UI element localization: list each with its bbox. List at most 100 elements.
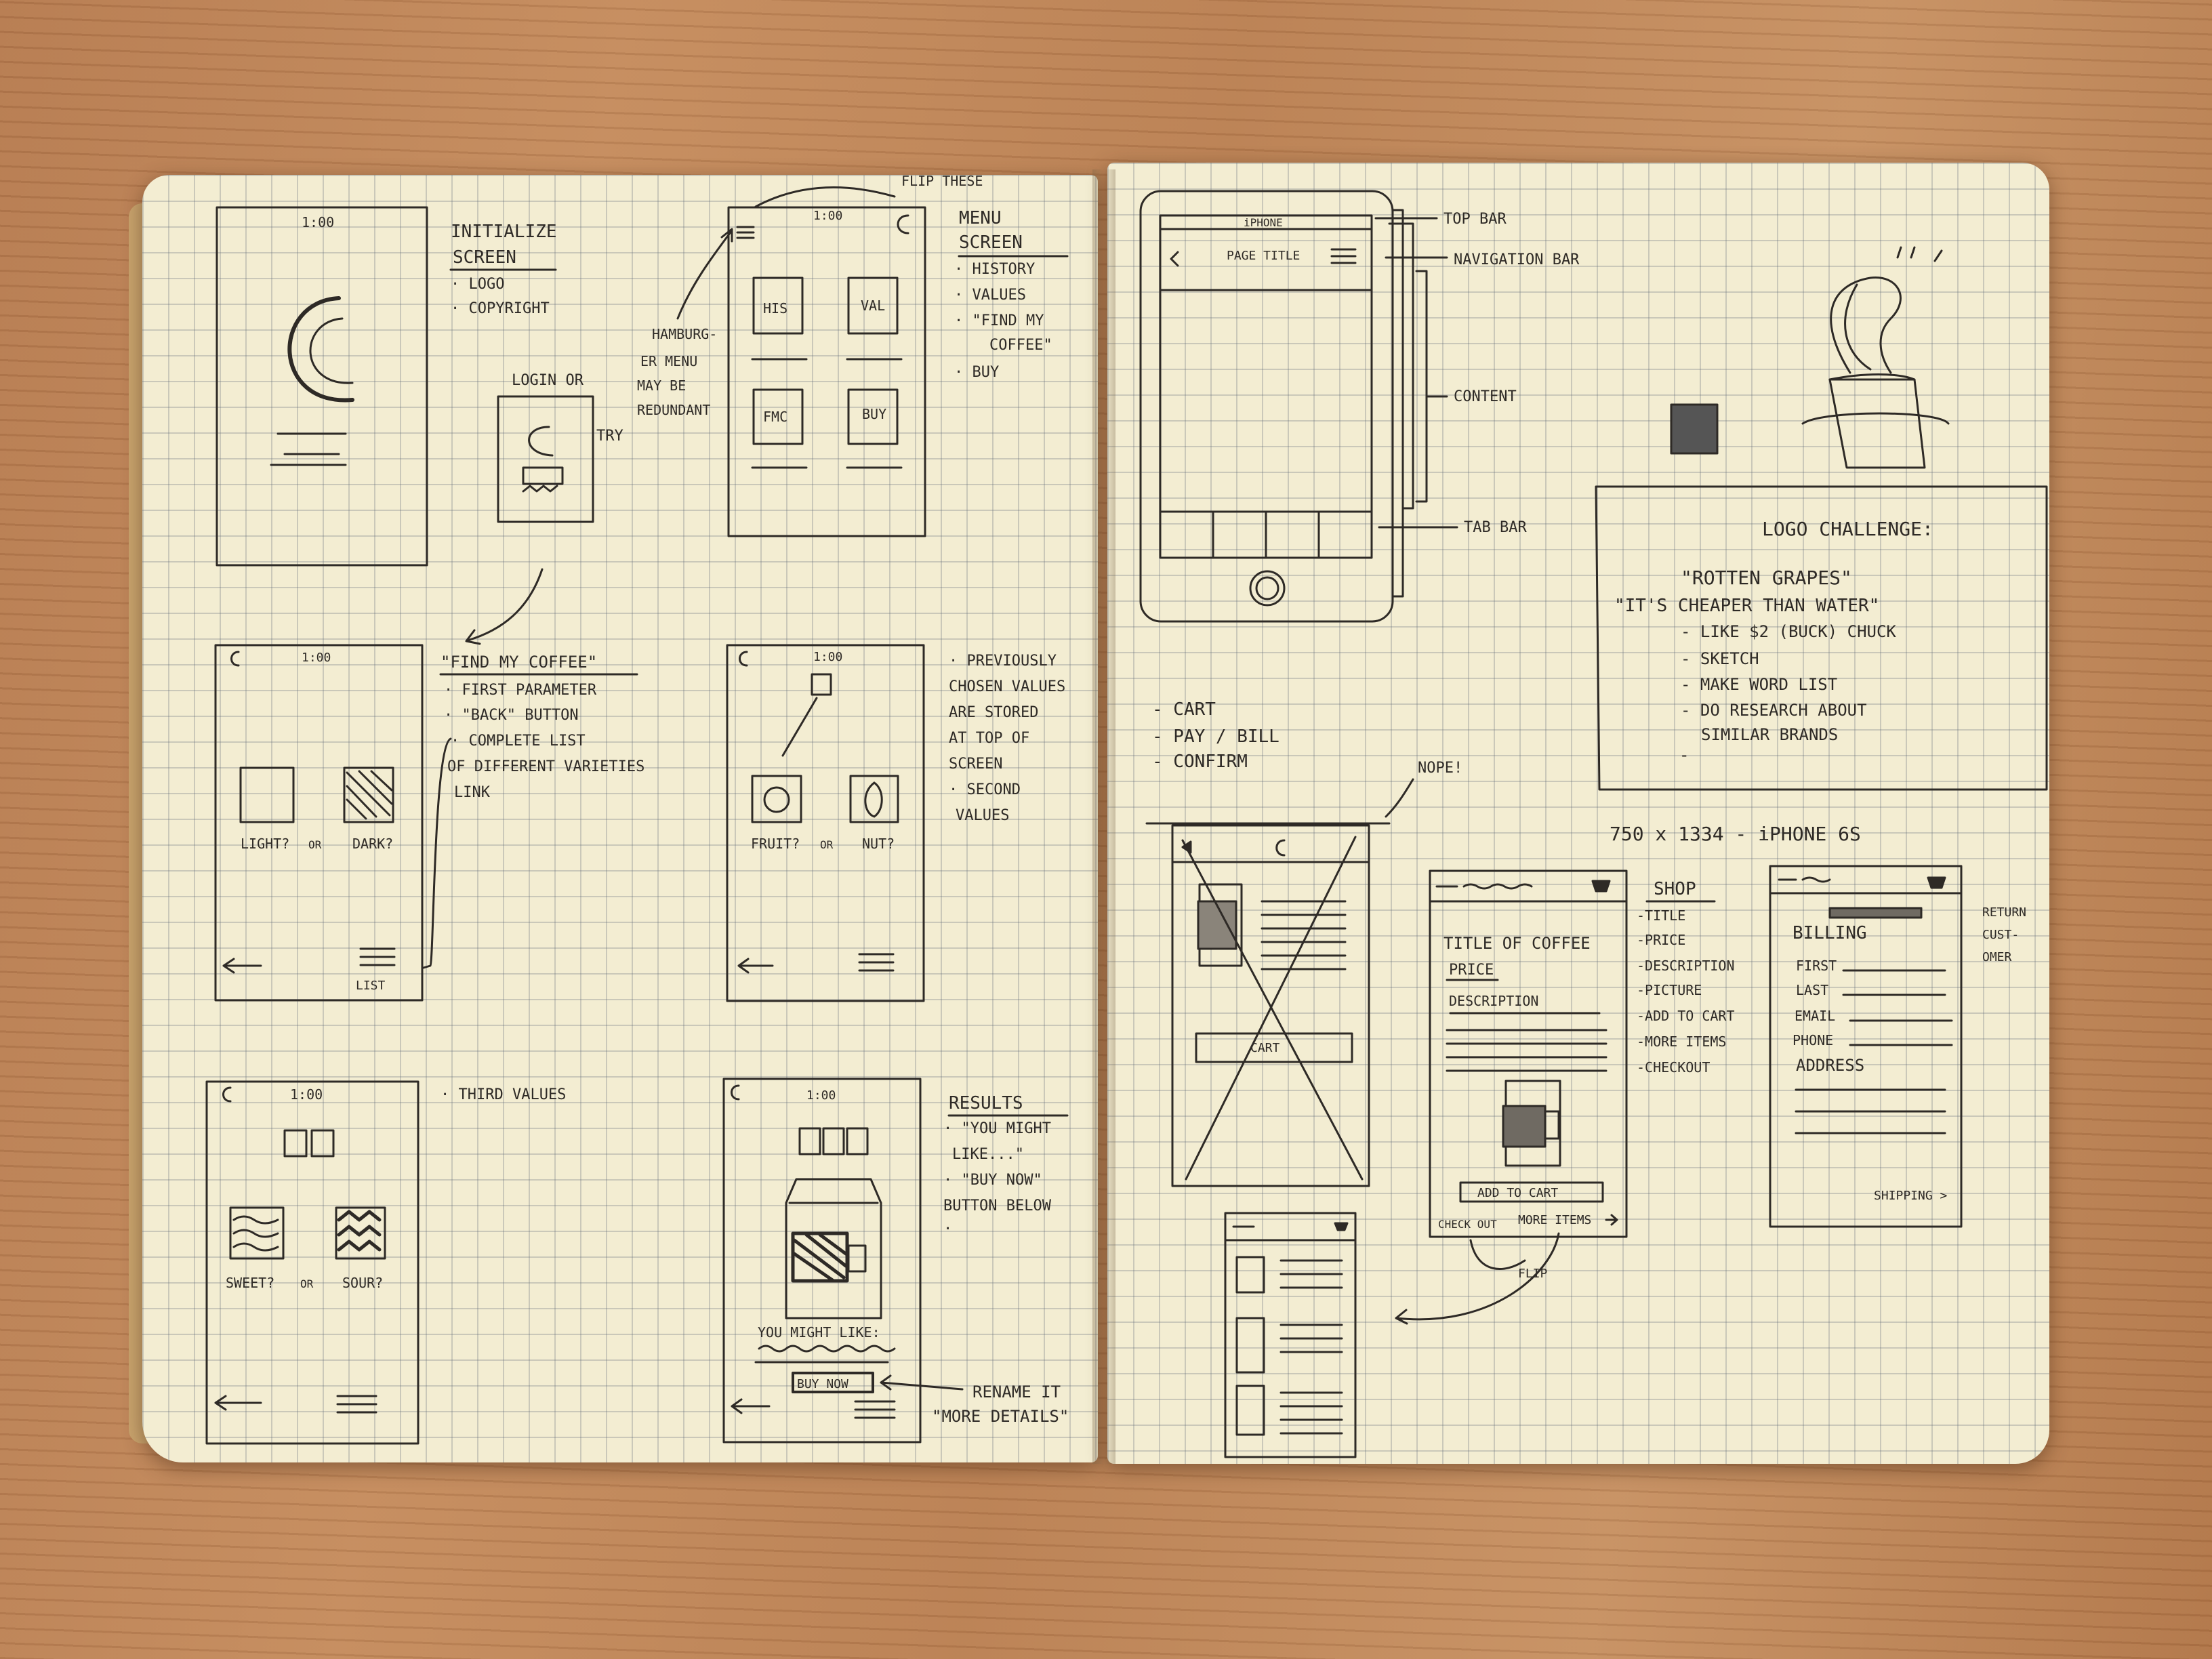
- hamburger-note-3: MAY BE: [637, 377, 686, 394]
- flip-these-note: FLIP THESE: [901, 173, 983, 189]
- login-to-find-arrow: [468, 569, 542, 640]
- menu-note-7: · BUY: [954, 364, 999, 381]
- try-note: TRY: [596, 428, 623, 445]
- results-time: 1:00: [806, 1088, 836, 1103]
- shipping-link-sketch: SHIPPING >: [1874, 1189, 1948, 1203]
- iphone-anatomy-sketch: iPHONE PAGE TITLE: [1141, 191, 1413, 621]
- shop-note-more-items: -MORE ITEMS: [1637, 1033, 1726, 1050]
- results-note-1: RESULTS: [949, 1093, 1023, 1113]
- shop-note-price: -PRICE: [1637, 932, 1685, 948]
- shop-heading: SHOP: [1654, 879, 1696, 899]
- find-note-1: "FIND MY COFFEE": [441, 653, 597, 672]
- option-sour: SOUR?: [342, 1275, 383, 1291]
- billing-field-last: LAST: [1796, 982, 1828, 998]
- logo-challenge-line-7: SIMILAR BRANDS: [1701, 725, 1838, 744]
- phone-page-title: PAGE TITLE: [1227, 249, 1300, 263]
- tile-his: HIS: [763, 300, 787, 316]
- login-sketch: LOGIN OR TRY: [498, 372, 623, 522]
- more-items-sketch: MORE ITEMS: [1518, 1213, 1591, 1227]
- login-note: LOGIN OR: [512, 372, 584, 389]
- logo-challenge-line-4: - SKETCH: [1681, 649, 1759, 668]
- menu-note-4: · VALUES: [954, 287, 1026, 304]
- add-to-cart-sketch: ADD TO CART: [1477, 1186, 1558, 1200]
- crossed-cart-label: CART: [1250, 1041, 1280, 1055]
- menu-note-2: SCREEN: [959, 232, 1023, 253]
- you-might-like-label: YOU MIGHT LIKE:: [758, 1324, 880, 1340]
- option-light: LIGHT?: [241, 836, 289, 852]
- logo-challenge-line-8: -: [1679, 745, 1689, 764]
- logo-challenge-line-1: "ROTTEN GRAPES": [1681, 567, 1852, 589]
- logo-challenge-line-3: - LIKE $2 (BUCK) CHUCK: [1681, 622, 1896, 641]
- menu-screen-sketch: 1:00 HIS VAL FMC BUY: [729, 207, 925, 536]
- label-tab-bar: TAB BAR: [1464, 519, 1527, 536]
- shop-note-picture: -PICTURE: [1637, 982, 1702, 998]
- second-note-6: · SECOND: [949, 781, 1021, 798]
- second-time: 1:00: [813, 650, 842, 664]
- list-link-bracket: [424, 739, 451, 968]
- init-screen-sketch: 1:00: [217, 207, 427, 565]
- cart-list-2: - PAY / BILL: [1152, 726, 1279, 747]
- logo-challenge-title: LOGO CHALLENGE:: [1762, 518, 1933, 540]
- second-note-5: SCREEN: [949, 756, 1002, 773]
- return-note-3: OMER: [1982, 950, 2012, 964]
- return-note-1: RETURN: [1982, 905, 2026, 920]
- menu-time: 1:00: [813, 209, 842, 223]
- menu-note-1: MENU: [959, 208, 1002, 228]
- tile-val: VAL: [861, 298, 885, 314]
- billing-screen-sketch: BILLING FIRST LAST EMAIL PHONE ADDRESS S…: [1770, 866, 1961, 1227]
- option-or-2: OR: [820, 838, 834, 851]
- logo-challenge-line-6: - DO RESEARCH ABOUT: [1681, 701, 1867, 720]
- menu-note-5: · "FIND MY: [954, 312, 1044, 329]
- label-top-bar: TOP BAR: [1443, 211, 1507, 228]
- checkout-sketch: CHECK OUT: [1438, 1218, 1497, 1231]
- find-screen-sketch: 1:00 LIGHT? OR DARK? LIST: [216, 645, 422, 1000]
- product-description-label: DESCRIPTION: [1449, 993, 1538, 1009]
- billing-field-email: EMAIL: [1795, 1008, 1835, 1024]
- shop-note-title: -TITLE: [1637, 907, 1685, 924]
- billing-field-address: ADDRESS: [1796, 1056, 1864, 1075]
- menu-note-3: · HISTORY: [954, 261, 1035, 278]
- second-note-7: VALUES: [956, 807, 1009, 824]
- menu-note-6: COFFEE": [989, 337, 1052, 354]
- init-note-1: INITIALIZE: [451, 222, 557, 242]
- flip-arrow: [756, 187, 895, 207]
- rename-note-2: "MORE DETAILS": [932, 1407, 1069, 1426]
- find-note-4: · COMPLETE LIST: [451, 733, 586, 750]
- top-hat-doodle: [1803, 247, 1948, 468]
- find-time: 1:00: [302, 651, 331, 665]
- crossed-screen-sketch: CART: [1172, 825, 1369, 1186]
- third-note: · THIRD VALUES: [441, 1086, 566, 1103]
- more-items-screen-sketch: [1225, 1213, 1355, 1457]
- results-note-5: BUTTON BELOW: [943, 1197, 1052, 1214]
- find-note-3: · "BACK" BUTTON: [444, 707, 579, 724]
- option-dark: DARK?: [352, 836, 393, 852]
- option-fruit: FRUIT?: [751, 836, 800, 852]
- shop-note-checkout: -CHECKOUT: [1637, 1059, 1710, 1076]
- iphone-dimensions-note: 750 x 1334 - iPHONE 6S: [1610, 823, 1861, 845]
- second-screen-sketch: 1:00 FRUIT? OR NUT?: [727, 645, 924, 1001]
- product-price-label: PRICE: [1449, 962, 1494, 979]
- find-note-2: · FIRST PARAMETER: [444, 682, 597, 699]
- init-note-4: · COPYRIGHT: [451, 300, 550, 317]
- billing-heading: BILLING: [1793, 923, 1867, 943]
- product-title-label: TITLE OF COFFEE: [1443, 934, 1591, 953]
- third-screen-sketch: 1:00 SWEET? OR SOUR?: [207, 1082, 418, 1443]
- nope-note: NOPE!: [1418, 760, 1462, 777]
- find-note-6: LINK: [454, 784, 491, 801]
- hamburger-note-2: ER MENU: [640, 353, 697, 369]
- tile-buy: BUY: [862, 406, 886, 422]
- init-note-3: · LOGO: [451, 276, 504, 293]
- rename-note-1: RENAME IT: [972, 1382, 1061, 1401]
- shop-note-description: -DESCRIPTION: [1637, 958, 1735, 974]
- second-note-3: ARE STORED: [949, 704, 1038, 721]
- find-note-5: OF DIFFERENT VARIETIES: [447, 758, 644, 775]
- phone-status-text: iPHONE: [1244, 216, 1283, 229]
- logo-challenge-line-5: - MAKE WORD LIST: [1681, 675, 1837, 694]
- results-note-2: · "YOU MIGHT: [943, 1120, 1051, 1137]
- shop-note-add-to-cart: -ADD TO CART: [1637, 1008, 1735, 1024]
- option-nut: NUT?: [862, 836, 895, 852]
- product-screen-sketch: TITLE OF COFFEE PRICE DESCRIPTION ADD TO…: [1430, 871, 1626, 1237]
- cart-list-1: - CART: [1152, 699, 1216, 720]
- results-screen-sketch: 1:00 YOU MIGHT LIKE: BUY NOW: [724, 1079, 920, 1442]
- billing-field-first: FIRST: [1796, 958, 1837, 974]
